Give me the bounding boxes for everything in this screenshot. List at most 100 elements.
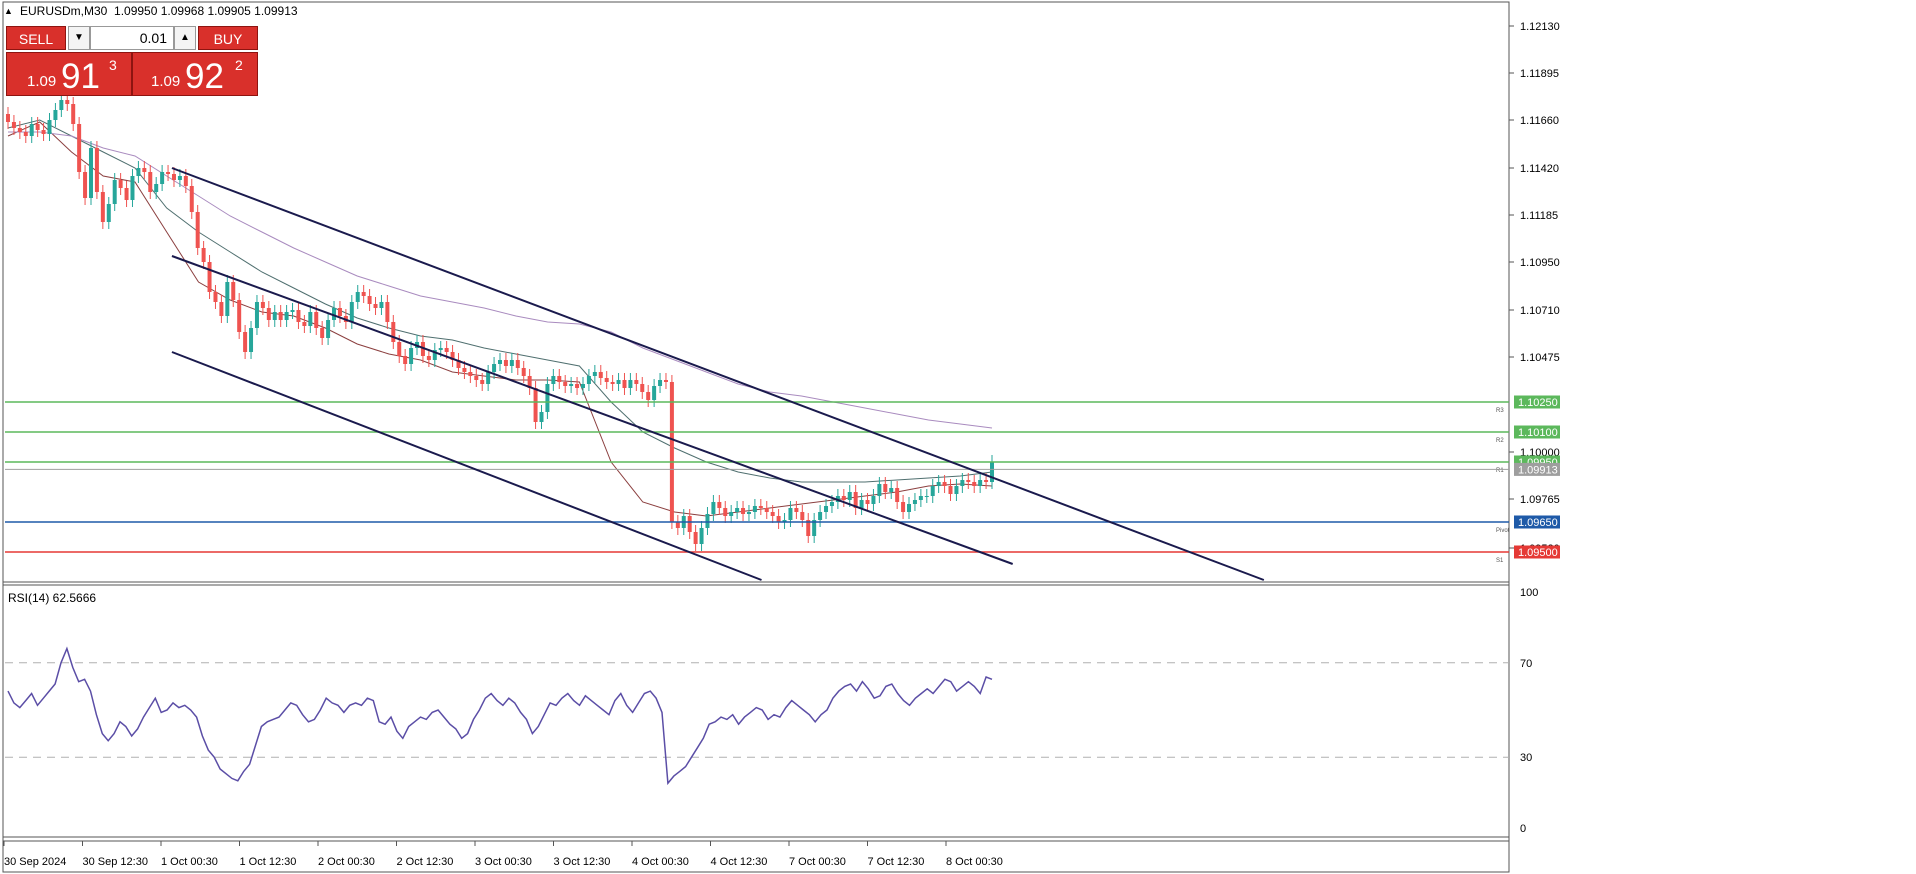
price-axis-label: 1.10950 xyxy=(1520,257,1560,269)
candle xyxy=(557,369,562,389)
candle xyxy=(735,501,740,519)
buy-price-pips: 92 xyxy=(185,57,224,96)
one-click-trading-panel: SELL ▼ ▲ BUY 1.09 91 3 1.09 92 2 xyxy=(6,26,258,96)
candle xyxy=(225,275,230,323)
price-axis-label: 1.11895 xyxy=(1520,68,1559,80)
rsi-title: RSI(14) 62.5666 xyxy=(8,591,96,605)
candle xyxy=(663,373,668,389)
time-axis-label: 7 Oct 00:30 xyxy=(789,856,846,868)
axis-labels: 1.12130 1.11895 1.11660 1.11420 1.11185 1.109… xyxy=(3,21,1560,868)
candle xyxy=(207,255,212,299)
candle xyxy=(243,325,248,359)
candle xyxy=(729,505,734,523)
buy-price-prefix: 1.09 xyxy=(151,73,181,90)
candle xyxy=(367,289,372,311)
candle xyxy=(106,197,111,229)
candle xyxy=(610,375,615,391)
sell-price-prefix: 1.09 xyxy=(27,73,57,90)
trend-channel-line[interactable] xyxy=(171,167,1265,581)
time-axis-label: 7 Oct 12:30 xyxy=(868,856,925,868)
lot-size-input[interactable] xyxy=(90,26,174,50)
level-tag: Pivot xyxy=(1496,528,1510,534)
candle xyxy=(17,121,22,139)
rsi-axis-label: 0 xyxy=(1520,823,1526,835)
candle xyxy=(148,165,153,199)
level-price-label: 1.10250 xyxy=(1518,397,1558,409)
time-axis-label: 1 Oct 12:30 xyxy=(240,856,297,868)
candle xyxy=(918,489,923,507)
candle xyxy=(492,357,497,379)
trend-channel-line[interactable] xyxy=(171,255,1014,565)
candle xyxy=(658,373,663,393)
candle xyxy=(711,495,716,521)
candle xyxy=(474,369,479,387)
level-price-label: 1.09500 xyxy=(1518,547,1558,559)
candle xyxy=(764,501,769,519)
candle xyxy=(189,179,194,219)
level-price-label: 1.09913 xyxy=(1518,464,1558,476)
time-axis-label: 30 Sep 2024 xyxy=(4,856,66,868)
candle xyxy=(379,295,384,315)
candle xyxy=(77,117,82,179)
candle xyxy=(723,501,728,523)
candle xyxy=(272,305,277,327)
candle xyxy=(468,365,473,383)
rsi-pane[interactable] xyxy=(5,646,1509,786)
candle xyxy=(201,241,206,269)
candle xyxy=(794,501,799,519)
candle xyxy=(385,295,390,329)
lot-decrease-icon[interactable]: ▼ xyxy=(68,26,90,50)
sell-button[interactable]: SELL xyxy=(6,26,66,50)
candle xyxy=(741,501,746,521)
candle xyxy=(254,295,259,335)
candle xyxy=(349,295,354,329)
time-axis-label: 1 Oct 00:30 xyxy=(161,856,218,868)
candle xyxy=(160,165,165,191)
candle xyxy=(551,369,556,391)
candle xyxy=(296,303,301,329)
candle xyxy=(284,305,289,327)
candle xyxy=(634,373,639,391)
candle xyxy=(249,321,254,359)
candle xyxy=(818,505,823,527)
candle xyxy=(308,305,313,333)
candle xyxy=(373,297,378,315)
lot-increase-icon[interactable]: ▲ xyxy=(174,26,196,50)
candle xyxy=(901,495,906,519)
candle xyxy=(930,479,935,503)
candle xyxy=(907,497,912,519)
candle xyxy=(213,285,218,309)
candle xyxy=(486,365,491,391)
candle xyxy=(746,505,751,521)
sell-price-button[interactable]: 1.09 91 3 xyxy=(6,52,132,96)
rsi-axis-label: 30 xyxy=(1520,752,1532,764)
buy-button[interactable]: BUY xyxy=(198,26,258,50)
chart-canvas: R3R2R1PivotS1 1.121301.118951.116601.114… xyxy=(2,1,1560,873)
candle xyxy=(47,113,52,141)
candle xyxy=(219,295,224,323)
candle xyxy=(990,455,994,489)
candle xyxy=(6,107,10,129)
time-axis-label: 30 Sep 12:30 xyxy=(83,856,148,868)
candle xyxy=(575,377,580,395)
candle xyxy=(509,353,514,373)
buy-price-fraction: 2 xyxy=(235,57,243,73)
price-axis-label: 1.09765 xyxy=(1520,494,1560,506)
rsi-axis-label: 100 xyxy=(1520,587,1538,599)
sell-price-fraction: 3 xyxy=(109,57,117,73)
candle xyxy=(124,181,129,207)
candle xyxy=(355,285,360,309)
candle xyxy=(580,377,585,395)
candle xyxy=(800,505,805,527)
candle xyxy=(640,377,645,399)
collapse-arrow-icon[interactable]: ▲ xyxy=(4,6,13,16)
candle xyxy=(266,301,271,327)
candle xyxy=(569,377,574,393)
price-pane[interactable]: R3R2R1PivotS1 xyxy=(5,93,1510,581)
buy-price-button[interactable]: 1.09 92 2 xyxy=(132,52,258,96)
candle xyxy=(699,521,704,551)
time-axis-label: 4 Oct 12:30 xyxy=(711,856,768,868)
candle xyxy=(539,405,544,429)
time-axis-label: 8 Oct 00:30 xyxy=(946,856,1003,868)
candle xyxy=(705,507,710,535)
